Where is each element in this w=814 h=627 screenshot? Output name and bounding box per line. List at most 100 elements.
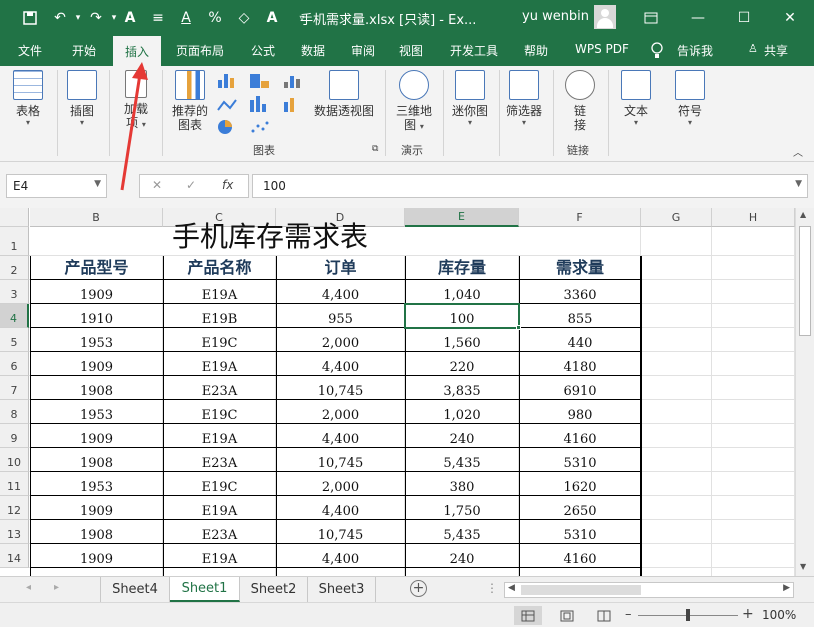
shapes-icon[interactable]: ◇ <box>234 8 254 28</box>
vertical-scrollbar[interactable]: ▲ ▼ <box>795 208 814 576</box>
table-cell[interactable]: E19A <box>163 280 276 304</box>
table-cell[interactable]: E19C <box>163 400 276 424</box>
table-cell[interactable]: 855 <box>519 304 641 328</box>
horizontal-scrollbar[interactable]: ◀ ▶ <box>504 582 794 598</box>
row-header-9[interactable]: 9 <box>0 424 29 448</box>
table-cell[interactable]: 3360 <box>519 280 641 304</box>
normal-view-icon[interactable] <box>514 606 542 625</box>
ribbon-display-icon[interactable] <box>641 8 661 28</box>
zoom-slider-thumb[interactable] <box>686 609 690 621</box>
font-color-icon[interactable]: A <box>176 8 196 28</box>
tab-file[interactable]: 文件 <box>18 42 42 59</box>
table-cell[interactable]: 5310 <box>519 448 641 472</box>
table-cell[interactable]: 1908 <box>30 520 163 544</box>
row-header-11[interactable]: 11 <box>0 472 29 496</box>
table-cell[interactable]: 440 <box>519 328 641 352</box>
table-cell[interactable]: 1,040 <box>405 280 519 304</box>
symbols-button[interactable]: 符号 ▾ <box>668 70 712 127</box>
column-chart-icon[interactable] <box>216 72 242 90</box>
row-header-2[interactable]: 2 <box>0 256 29 280</box>
hscroll-thumb[interactable] <box>521 585 641 595</box>
filters-button[interactable]: 筛选器 ▾ <box>502 70 546 127</box>
table-cell[interactable]: 3,835 <box>405 376 519 400</box>
table-button[interactable]: 表格 ▾ <box>10 70 46 127</box>
zoom-in-icon[interactable]: + <box>742 606 754 622</box>
table-cell[interactable]: 1909 <box>30 280 163 304</box>
table-cell[interactable]: 4180 <box>519 352 641 376</box>
table-cell[interactable]: 220 <box>405 352 519 376</box>
table-cell[interactable]: 2,000 <box>276 472 405 496</box>
next-sheet-icon[interactable]: ▸ <box>54 582 59 593</box>
insert-function-icon[interactable]: fx <box>222 178 233 192</box>
table-cell[interactable]: 980 <box>519 400 641 424</box>
tab-formulas[interactable]: 公式 <box>251 42 275 59</box>
row-header-8[interactable]: 8 <box>0 400 29 424</box>
row-header-14[interactable]: 14 <box>0 544 29 568</box>
table-cell[interactable]: E19C <box>163 472 276 496</box>
maximize-icon[interactable]: ☐ <box>734 8 754 28</box>
table-cell[interactable]: 10,745 <box>276 520 405 544</box>
sheet-tab-sheet3[interactable]: Sheet3 <box>308 577 376 602</box>
table-cell[interactable]: 240 <box>405 544 519 568</box>
table-cell[interactable]: 2650 <box>519 496 641 520</box>
scroll-up-icon[interactable]: ▲ <box>800 210 806 219</box>
tab-view[interactable]: 视图 <box>399 42 423 59</box>
percent-icon[interactable]: % <box>205 8 225 28</box>
scroll-down-icon[interactable]: ▼ <box>800 562 806 571</box>
illustrations-button[interactable]: 插图 ▾ <box>64 70 100 127</box>
scroll-thumb[interactable] <box>799 226 811 336</box>
table-cell[interactable]: 2,000 <box>276 328 405 352</box>
header-cell[interactable]: 库存量 <box>405 256 519 280</box>
add-sheet-icon[interactable]: + <box>410 580 427 597</box>
table-cell[interactable]: 10,745 <box>276 448 405 472</box>
close-icon[interactable]: ✕ <box>780 8 800 28</box>
header-cell[interactable]: 产品名称 <box>163 256 276 280</box>
table-cell[interactable]: 1908 <box>30 448 163 472</box>
table-cell[interactable]: E19A <box>163 424 276 448</box>
table-cell[interactable]: 1,560 <box>405 328 519 352</box>
statistic-chart-icon[interactable] <box>248 96 274 114</box>
row-header-10[interactable]: 10 <box>0 448 29 472</box>
tell-me-search[interactable]: 告诉我 <box>677 42 713 59</box>
table-cell[interactable]: 4160 <box>519 424 641 448</box>
pie-chart-icon[interactable] <box>216 118 242 136</box>
redo-icon[interactable]: ↷ <box>86 8 106 28</box>
link-button[interactable]: 链接 <box>558 70 602 132</box>
header-cell[interactable]: 产品型号 <box>30 256 163 280</box>
line-chart-icon[interactable] <box>216 96 242 114</box>
table-cell[interactable]: 5,435 <box>405 520 519 544</box>
scatter-chart-icon[interactable] <box>248 118 274 136</box>
row-header-1[interactable]: 1 <box>0 227 29 256</box>
table-cell[interactable]: 1909 <box>30 544 163 568</box>
table-cell[interactable]: E19B <box>163 304 276 328</box>
table-cell[interactable]: 6910 <box>519 376 641 400</box>
table-cell[interactable]: 1909 <box>30 424 163 448</box>
scroll-right-icon[interactable]: ▶ <box>783 583 790 593</box>
undo-dropdown-icon[interactable]: ▾ <box>68 8 88 28</box>
row-header-13[interactable]: 13 <box>0 520 29 544</box>
avatar[interactable] <box>594 5 616 29</box>
worksheet-grid[interactable]: BCDEFGH 1 2 3 4 5 6 7 8 9 10 11 12 13 14 手机库存需求表 产品型号产… <box>0 208 795 576</box>
prev-sheet-icon[interactable]: ◂ <box>26 582 31 593</box>
table-cell[interactable]: 1908 <box>30 376 163 400</box>
row-header-5[interactable]: 5 <box>0 328 29 352</box>
sheet-tab-sheet2[interactable]: Sheet2 <box>240 577 308 602</box>
column-header-b[interactable]: B <box>30 208 163 227</box>
table-cell[interactable]: 4,400 <box>276 544 405 568</box>
table-cell[interactable]: 1953 <box>30 472 163 496</box>
table-cell[interactable]: 1953 <box>30 400 163 424</box>
table-cell[interactable]: 1620 <box>519 472 641 496</box>
table-cell[interactable]: 4,400 <box>276 280 405 304</box>
column-header-e[interactable]: E <box>405 208 519 227</box>
sheet-title-cell[interactable]: 手机库存需求表 <box>30 220 510 256</box>
sheet-tab-sheet1[interactable]: Sheet1 <box>170 577 240 602</box>
share-icon[interactable]: ♙ <box>748 42 758 55</box>
page-layout-view-icon[interactable] <box>553 606 581 625</box>
table-cell[interactable]: E23A <box>163 520 276 544</box>
column-header-f[interactable]: F <box>519 208 641 227</box>
scroll-left-icon[interactable]: ◀ <box>508 583 515 593</box>
combo-chart-icon[interactable] <box>282 96 308 114</box>
table-cell[interactable]: 240 <box>405 424 519 448</box>
3d-map-button[interactable]: 三维地图 ▾ <box>392 70 436 134</box>
table-cell[interactable]: 955 <box>276 304 405 328</box>
